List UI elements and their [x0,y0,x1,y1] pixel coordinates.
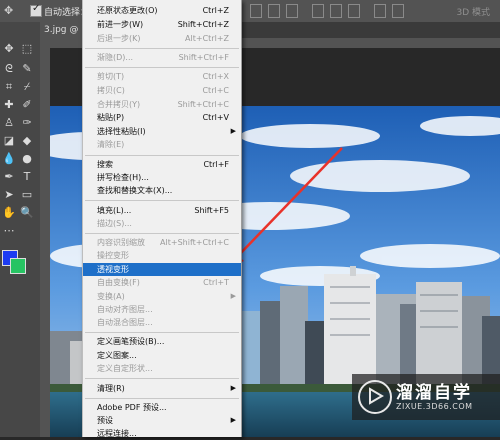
menu-item-transform[interactable]: 变换(A) ▶ [83,290,241,303]
menu-item-step-forward[interactable]: 前进一步(W) Shift+Ctrl+Z [83,18,241,31]
watermark-url: ZIXUE.3D66.COM [396,402,473,411]
menu-item-stroke[interactable]: 描边(S)... [83,217,241,230]
menu-item-define-pattern[interactable]: 定义图案... [83,349,241,362]
menu-separator [85,233,239,234]
menu-item-step-backward[interactable]: 后退一步(K) Alt+Ctrl+Z [83,32,241,45]
menu-item-fill[interactable]: 填充(L)... Shift+F5 [83,204,241,217]
submenu-arrow-icon: ▶ [230,127,236,135]
menu-item-remote-connections[interactable]: 远程连接... [83,427,241,440]
submenu-arrow-icon: ▶ [230,292,236,300]
menu-item-puppet-warp[interactable]: 操控变形 [83,249,241,262]
menu-item-adobe-pdf-presets[interactable]: Adobe PDF 预设... [83,401,241,414]
annotation-arrow [228,147,343,268]
edit-menu-dropdown: 还原状态更改(O) Ctrl+Z 前进一步(W) Shift+Ctrl+Z 后退一步… [82,0,242,440]
play-logo-icon [358,380,392,414]
menu-separator [85,332,239,333]
submenu-arrow-icon: ▶ [230,384,236,392]
menu-separator [85,67,239,68]
menu-item-auto-blend-layers[interactable]: 自动混合图层... [83,316,241,329]
watermark-title: 溜溜自学 [396,383,472,403]
menu-item-free-transform[interactable]: 自由变换(F) Ctrl+T [83,276,241,289]
menu-item-copy-merged[interactable]: 合并拷贝(Y) Shift+Ctrl+C [83,98,241,111]
menu-separator [85,398,239,399]
menu-item-define-custom-shape[interactable]: 定义自定形状... [83,362,241,375]
menu-separator [85,155,239,156]
menu-separator [85,48,239,49]
menu-item-cut[interactable]: 剪切(T) Ctrl+X [83,70,241,83]
menu-item-purge[interactable]: 清理(R) ▶ [83,382,241,395]
menu-separator [85,378,239,379]
menu-item-content-aware-scale[interactable]: 内容识别缩放 Alt+Shift+Ctrl+C [83,236,241,249]
menu-item-undo[interactable]: 还原状态更改(O) Ctrl+Z [83,4,241,17]
menu-item-clear[interactable]: 清除(E) [83,138,241,151]
menu-item-fade[interactable]: 渐隐(D)... Shift+Ctrl+F [83,51,241,64]
submenu-arrow-icon: ▶ [230,416,236,424]
menu-item-paste[interactable]: 粘贴(P) Ctrl+V [83,111,241,124]
menu-item-search[interactable]: 搜索 Ctrl+F [83,158,241,171]
menu-item-find-replace[interactable]: 查找和替换文本(X)... [83,184,241,197]
menu-item-spell-check[interactable]: 拼写检查(H)... [83,171,241,184]
menu-item-presets[interactable]: 预设 ▶ [83,414,241,427]
menu-item-define-brush[interactable]: 定义画笔预设(B)... [83,335,241,348]
menu-item-perspective-warp[interactable]: 透视变形 [83,263,241,276]
menu-item-paste-special[interactable]: 选择性粘贴(I) ▶ [83,125,241,138]
watermark: 溜溜自学 ZIXUE.3D66.COM [352,374,500,420]
menu-separator [85,200,239,201]
menu-item-auto-align-layers[interactable]: 自动对齐图层... [83,303,241,316]
menu-item-copy[interactable]: 拷贝(C) Ctrl+C [83,84,241,97]
